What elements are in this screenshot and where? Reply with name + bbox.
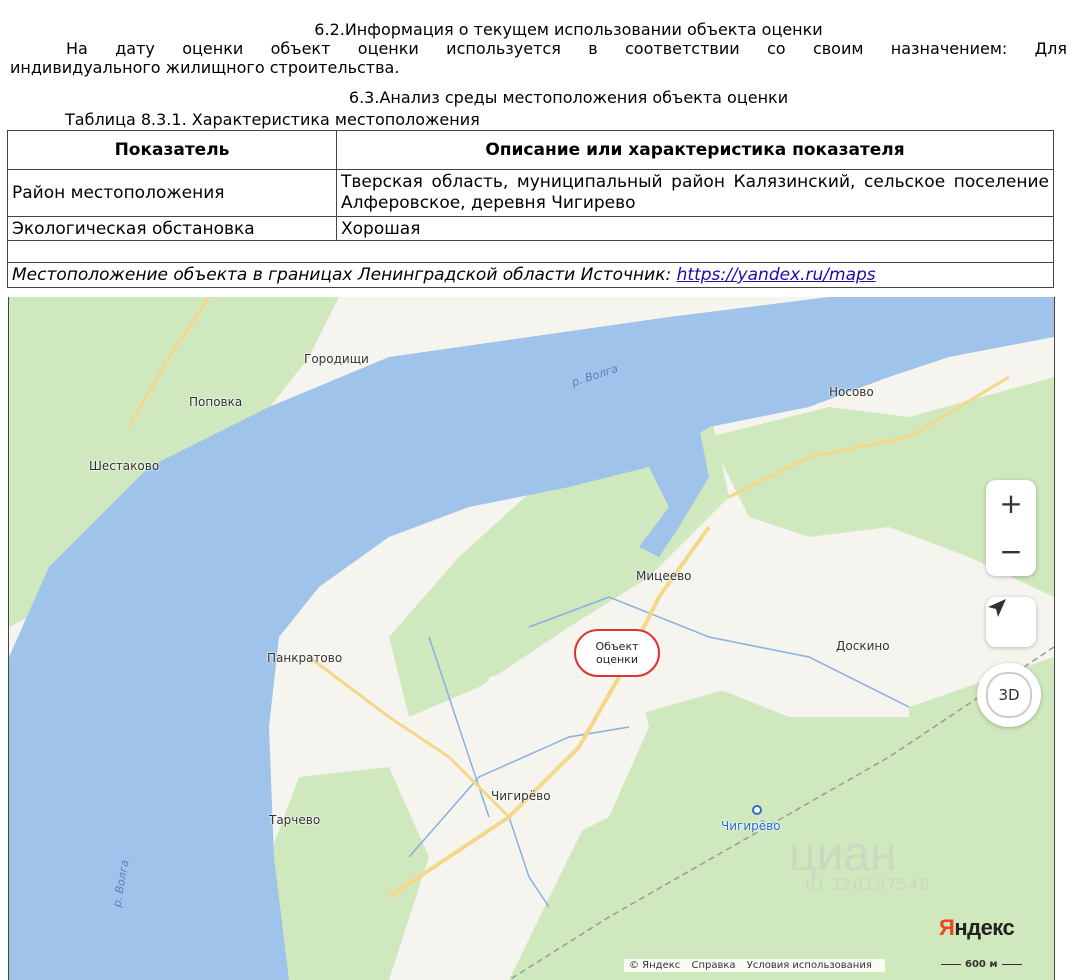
map-caption: Местоположение объекта в границах Ленинг… (12, 265, 677, 285)
table-caption: Таблица 8.3.1. Характеристика местополож… (65, 110, 480, 129)
row-label: Район местоположения (7, 169, 337, 217)
source-link[interactable]: https://yandex.ru/maps (677, 265, 876, 285)
object-marker[interactable]: Объект оценки (574, 629, 660, 677)
3d-button[interactable]: 3D (977, 663, 1041, 727)
header-indicator: Показатель (7, 130, 337, 170)
section-heading-6-3: 6.3.Анализ среды местоположения объекта … (348, 88, 789, 107)
place-label: Городищи (304, 352, 369, 366)
map-footer: © Яндекс Справка Условия использования (624, 959, 885, 972)
table-row: Район местоположения Тверская область, м… (7, 169, 1054, 217)
place-label: Шестаково (89, 459, 160, 473)
empty-row (7, 240, 1054, 263)
help-link[interactable]: Справка (691, 960, 735, 971)
section-heading-6-2: 6.2.Информация о текущем использовании о… (314, 20, 823, 39)
place-label: Мицеево (636, 569, 692, 583)
map-view[interactable]: Городищи Поповка Шестаково Носово Мицеев… (8, 297, 1055, 980)
place-label: Доскино (836, 639, 890, 653)
row-value: Хорошая (336, 216, 1054, 241)
row-label: Экологическая обстановка (7, 216, 337, 241)
zoom-control: + − (986, 480, 1036, 576)
table-row: Экологическая обстановка Хорошая (7, 216, 1054, 241)
copyright-text: © Яндекс (629, 960, 681, 971)
locate-button[interactable] (986, 597, 1036, 647)
paragraph-usage: На дату оценки объект оценки используетс… (66, 39, 1067, 58)
place-label: Панкратово (267, 651, 343, 665)
location-table: Показатель Описание или характеристика п… (7, 130, 1054, 288)
watermark: циан (789, 828, 897, 881)
header-description: Описание или характеристика показателя (336, 130, 1054, 170)
terms-link[interactable]: Условия использования (747, 960, 872, 971)
zoom-in-button[interactable]: + (986, 480, 1036, 528)
location-arrow-icon (988, 599, 1006, 617)
zoom-out-button[interactable]: − (986, 528, 1036, 576)
scale-bar: 600 м (937, 959, 1026, 970)
map-caption-row: Местоположение объекта в границах Ленинг… (7, 262, 1054, 288)
watermark-id: ID 320197548 (805, 875, 931, 894)
paragraph-usage-cont: индивидуального жилищного строительства. (10, 58, 400, 77)
place-label: Поповка (189, 395, 243, 409)
place-label: Носово (829, 385, 874, 399)
3d-label: 3D (986, 672, 1032, 718)
row-value: Тверская область, муниципальный район Ка… (336, 169, 1054, 217)
place-label: Чигирёво (491, 789, 551, 803)
place-label: Тарчево (269, 813, 321, 827)
yandex-logo: Яндекс (939, 915, 1015, 940)
station-label: Чигирёво (721, 819, 781, 833)
